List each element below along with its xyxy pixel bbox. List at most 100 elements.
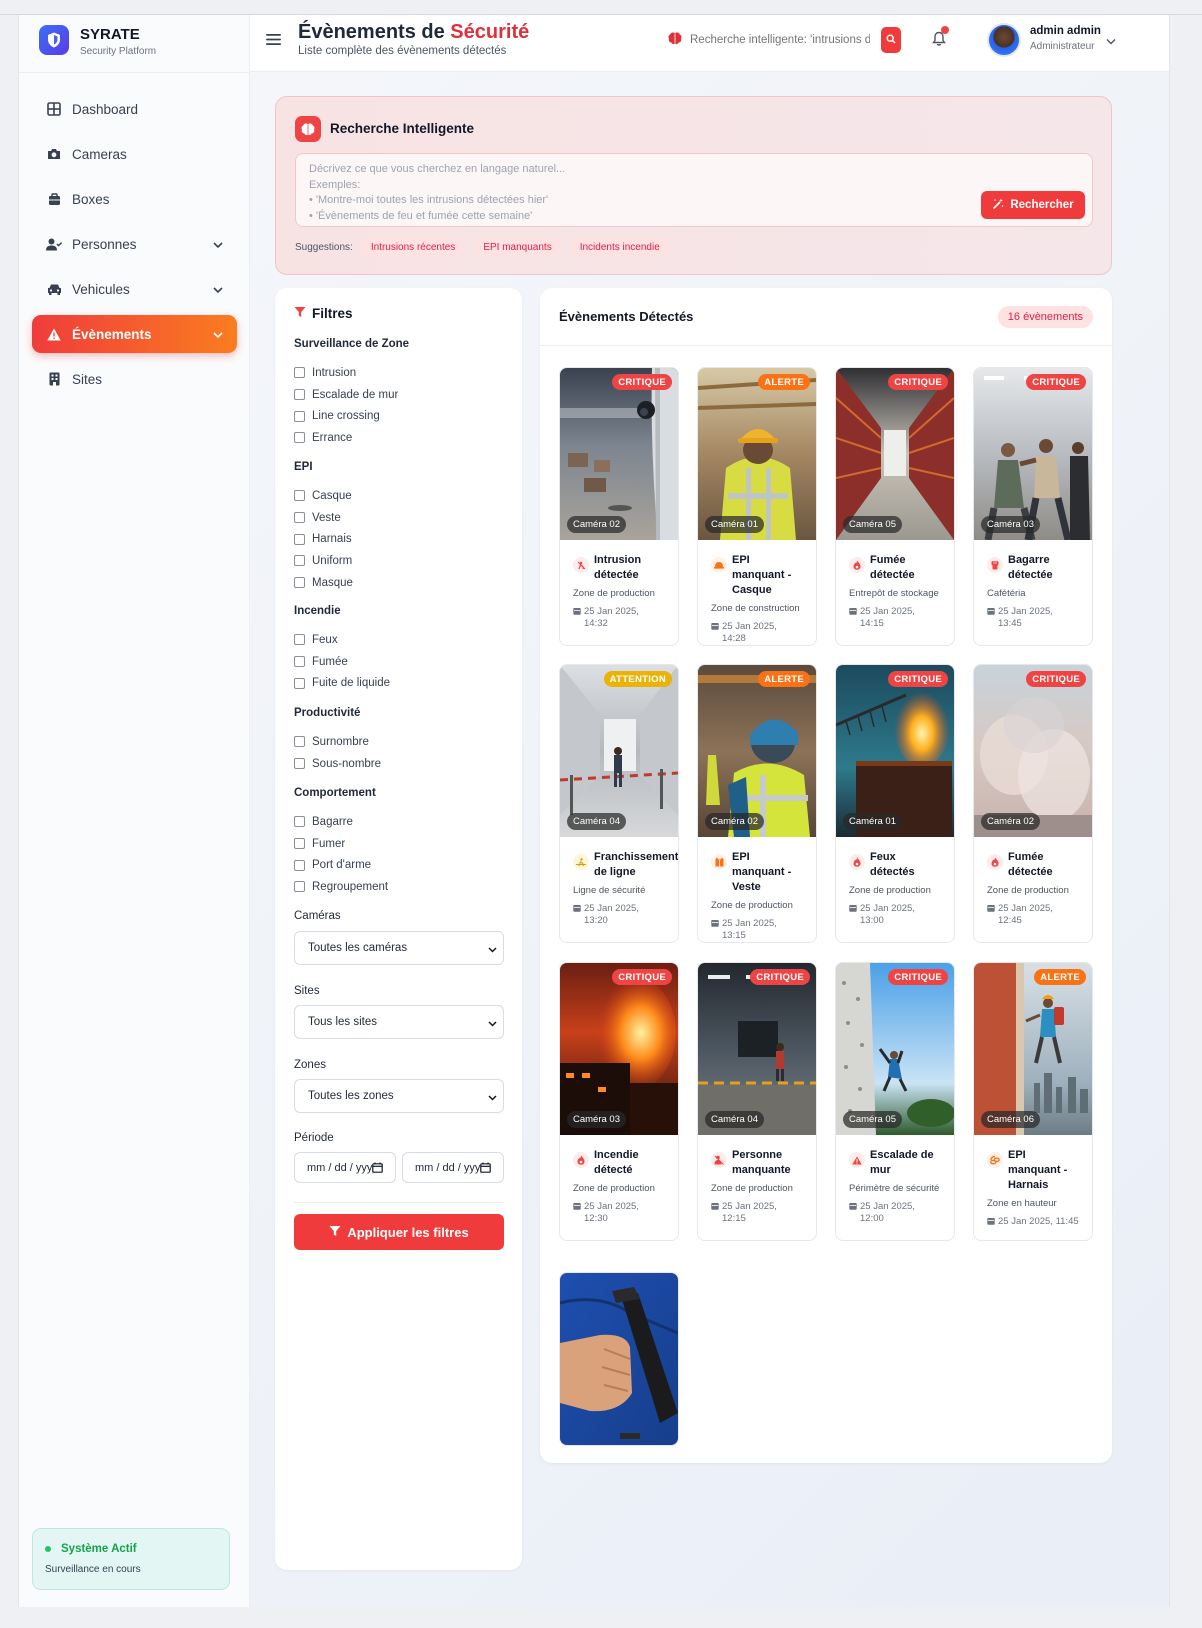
filter-option[interactable]: Masque xyxy=(294,572,506,594)
event-card[interactable]: CRITIQUE Caméra 02 Fumée détectée Zone d… xyxy=(973,664,1093,943)
checkbox[interactable] xyxy=(294,677,305,689)
event-card[interactable]: ATTENTION Caméra 04 Franchissement de li… xyxy=(559,664,679,943)
sidebar-item-boxes[interactable]: Boxes xyxy=(32,180,237,218)
header-search-button[interactable] xyxy=(881,27,901,53)
filter-option[interactable]: Surnombre xyxy=(294,731,506,753)
filter-option[interactable]: Escalade de mur xyxy=(294,384,506,406)
checkbox[interactable] xyxy=(294,816,305,828)
severity-badge: CRITIQUE xyxy=(888,374,948,390)
cameras-filter-label: Caméras xyxy=(294,910,341,922)
filter-option[interactable]: Uniform xyxy=(294,550,506,572)
system-status-title: Système Actif xyxy=(61,1543,137,1555)
filter-option[interactable]: Line crossing xyxy=(294,405,506,427)
filter-option[interactable]: Casque xyxy=(294,485,506,507)
filter-group-label: Surveillance de Zone xyxy=(294,338,410,350)
filter-option[interactable]: Bagarre xyxy=(294,811,506,833)
apply-filters-button[interactable]: Appliquer les filtres xyxy=(294,1214,504,1250)
event-card[interactable]: CRITIQUE Caméra 05 Escalade de mur Périm… xyxy=(835,962,955,1241)
sidebar-item-evenements[interactable]: Évènements xyxy=(32,315,237,353)
checkbox[interactable] xyxy=(294,410,305,422)
date-from-input[interactable]: mm / dd / yyyy xyxy=(294,1152,396,1183)
filter-option[interactable]: Fumer xyxy=(294,833,506,855)
avatar[interactable] xyxy=(987,23,1021,57)
checkbox[interactable] xyxy=(294,490,305,502)
event-card[interactable]: ALERTE Caméra 01 EPI manquant - Casque Z… xyxy=(697,367,817,646)
page-subtitle: Liste complète des évènements détectés xyxy=(298,45,507,57)
checkbox[interactable] xyxy=(294,432,305,444)
checkbox[interactable] xyxy=(294,555,305,567)
filter-icon xyxy=(329,1225,347,1240)
sidebar-item-dashboard[interactable]: Dashboard xyxy=(32,90,237,128)
shield-logo-icon xyxy=(39,25,69,55)
checkbox[interactable] xyxy=(294,656,305,668)
suggestion-chip[interactable]: Incidents incendie xyxy=(569,237,670,257)
camera-label: Caméra 05 xyxy=(843,516,902,533)
date-to-input[interactable]: mm / dd / yyyy xyxy=(402,1152,504,1183)
event-date: 25 Jan 2025, 12:30 xyxy=(584,1201,639,1224)
harness-icon xyxy=(987,1152,1003,1168)
placeholder-line: Décrivez ce que vous cherchez en langage… xyxy=(309,163,566,175)
severity-badge: CRITIQUE xyxy=(888,969,948,985)
checkbox[interactable] xyxy=(294,533,305,545)
menu-toggle-icon[interactable] xyxy=(266,33,281,49)
sidebar-item-sites[interactable]: Sites xyxy=(32,360,237,398)
filter-option[interactable]: Fuite de liquide xyxy=(294,672,506,694)
sites-select-value: Tous les sites xyxy=(308,1016,378,1028)
filter-option[interactable]: Feux xyxy=(294,629,506,651)
filter-option[interactable]: Harnais xyxy=(294,528,506,550)
filter-option[interactable]: Sous-nombre xyxy=(294,753,506,775)
cameras-select[interactable]: Toutes les caméras xyxy=(294,931,504,965)
notifications-button[interactable] xyxy=(932,26,949,50)
event-card[interactable]: CRITIQUE Caméra 02 Intrusion détectée Zo… xyxy=(559,367,679,646)
checkbox[interactable] xyxy=(294,634,305,646)
checkbox[interactable] xyxy=(294,512,305,524)
checkbox[interactable] xyxy=(294,758,305,770)
user-name[interactable]: admin admin xyxy=(1030,25,1101,37)
event-title: Feux détectés xyxy=(870,851,915,878)
checkbox[interactable] xyxy=(294,736,305,748)
sites-select[interactable]: Tous les sites xyxy=(294,1005,504,1039)
smart-search-button[interactable]: Rechercher xyxy=(981,191,1085,219)
checkbox[interactable] xyxy=(294,389,305,401)
search-icon xyxy=(886,33,896,47)
event-title: EPI manquant - Veste xyxy=(732,851,792,893)
sidebar-item-personnes[interactable]: Personnes xyxy=(32,225,237,263)
user-menu-chevron-icon[interactable] xyxy=(1106,34,1116,48)
checkbox[interactable] xyxy=(294,367,305,379)
event-card[interactable] xyxy=(559,1272,679,1446)
date-from-value: mm / dd / yyyy xyxy=(307,1161,373,1174)
severity-badge: CRITIQUE xyxy=(750,969,810,985)
sidebar-item-vehicules[interactable]: Vehicules xyxy=(32,270,237,308)
suggestion-chip[interactable]: EPI manquants xyxy=(473,237,562,257)
filter-option[interactable]: Port d'arme xyxy=(294,854,506,876)
filter-option[interactable]: Intrusion xyxy=(294,362,506,384)
checkbox[interactable] xyxy=(294,838,305,850)
event-zone: Ligne de sécurité xyxy=(573,885,646,896)
user-check-icon xyxy=(46,236,62,252)
warning-icon xyxy=(849,1152,865,1168)
event-card[interactable]: ALERTE Caméra 02 EPI manquant - Veste Zo… xyxy=(697,664,817,943)
event-card[interactable]: CRITIQUE Caméra 04 Personne manquante Zo… xyxy=(697,962,817,1241)
filter-option-label: Fumée xyxy=(312,655,348,668)
checkbox[interactable] xyxy=(294,859,305,871)
event-card[interactable]: CRITIQUE Caméra 05 Fumée détectée Entrep… xyxy=(835,367,955,646)
camera-label: Caméra 02 xyxy=(981,813,1040,830)
filter-option[interactable]: Fumée xyxy=(294,651,506,673)
event-card[interactable]: CRITIQUE Caméra 03 Incendie détecté Zone… xyxy=(559,962,679,1241)
checkbox[interactable] xyxy=(294,881,305,893)
event-card[interactable]: CRITIQUE Caméra 03 Bagarre détectée Café… xyxy=(973,367,1093,646)
smart-search-textarea[interactable]: Décrivez ce que vous cherchez en langage… xyxy=(295,153,1093,227)
header-search-input[interactable] xyxy=(690,34,870,46)
checkbox[interactable] xyxy=(294,577,305,589)
zones-select[interactable]: Toutes les zones xyxy=(294,1079,504,1113)
severity-badge: ALERTE xyxy=(758,374,810,390)
calendar-icon xyxy=(711,918,722,931)
filter-option[interactable]: Errance xyxy=(294,427,506,449)
event-card[interactable]: ALERTE Caméra 06 EPI manquant - Harnais … xyxy=(973,962,1093,1241)
suggestion-chip[interactable]: Intrusions récentes xyxy=(360,237,466,257)
filter-option[interactable]: Regroupement xyxy=(294,876,506,898)
sidebar-item-cameras[interactable]: Cameras xyxy=(32,135,237,173)
camera-label: Caméra 04 xyxy=(705,1111,764,1128)
filter-option[interactable]: Veste xyxy=(294,507,506,529)
event-card[interactable]: CRITIQUE Caméra 01 Feux détectés Zone de… xyxy=(835,664,955,943)
